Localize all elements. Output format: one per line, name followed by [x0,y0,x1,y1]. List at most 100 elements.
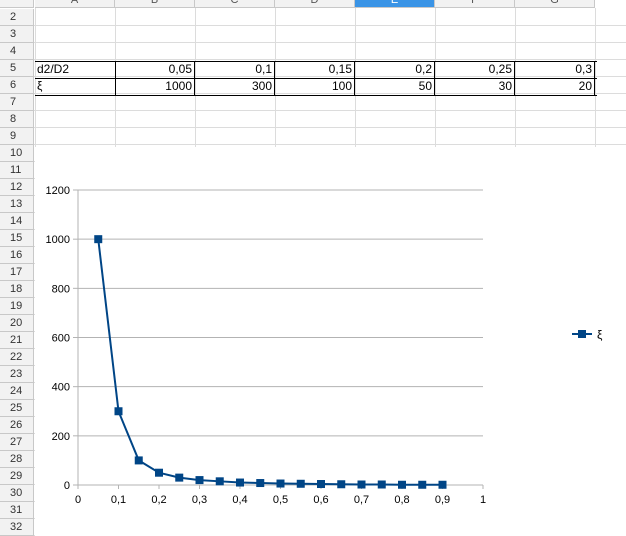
table-border-bottom [35,95,597,96]
data-point [175,473,184,482]
row-header-30[interactable]: 30 [0,485,34,502]
row-header-10[interactable]: 10 [0,145,34,162]
row-header-32[interactable]: 32 [0,519,34,536]
row-header-26[interactable]: 26 [0,417,34,434]
data-point [317,480,325,489]
column-header-d[interactable]: D [275,0,355,8]
row-header-3[interactable]: 3 [0,26,34,43]
cell-d5[interactable]: 0,15 [275,61,355,78]
row-header-15[interactable]: 15 [0,230,34,247]
row-header-24[interactable]: 24 [0,383,34,400]
column-header-a[interactable]: A [35,0,115,8]
row-header-9[interactable]: 9 [0,128,34,145]
row-header-27[interactable]: 27 [0,434,34,451]
row-header-21[interactable]: 21 [0,332,34,349]
legend-label: ξ [597,328,603,342]
legend-marker [578,330,586,338]
row-header-11[interactable]: 11 [0,162,34,179]
column-header-e[interactable]: E [355,0,435,8]
cell-d6[interactable]: 100 [275,78,355,95]
cell-b6[interactable]: 1000 [115,78,195,95]
y-tick-label: 600 [52,333,70,345]
row-header-19[interactable]: 19 [0,298,34,315]
y-tick-label: 400 [52,382,70,394]
row-header-23[interactable]: 23 [0,366,34,383]
y-tick-label: 800 [52,283,70,295]
cell-a5[interactable]: d2/D2 [35,61,115,78]
line-chart-svg: 0 200 400 600 800 1000 1200 0 0,1 0,2 0,3 0,4 0,5 0,6… [46,185,603,506]
row-header-14[interactable]: 14 [0,213,34,230]
column-header-g[interactable]: G [515,0,595,8]
cell-e6[interactable]: 50 [355,78,435,95]
row-header-4[interactable]: 4 [0,43,34,60]
column-header-f[interactable]: F [435,0,515,8]
row-header-31[interactable]: 31 [0,502,34,519]
x-tick-label: 0,3 [192,494,207,506]
x-tick-label: 0,5 [273,494,288,506]
cell-c5[interactable]: 0,1 [195,61,275,78]
data-point [276,479,285,488]
cell-c6[interactable]: 300 [195,78,275,95]
row-header-5[interactable]: 5 [0,60,34,77]
row-gridline [34,110,626,111]
column-header-c[interactable]: C [195,0,275,8]
data-point [195,476,204,485]
data-point [94,235,103,244]
data-point [114,407,123,416]
y-tick-label: 1200 [46,185,70,197]
row-header-25[interactable]: 25 [0,400,34,417]
cell-f6[interactable]: 30 [435,78,515,95]
cell-b5[interactable]: 0,05 [115,61,195,78]
data-point [155,468,163,477]
cell-f5[interactable]: 0,25 [435,61,515,78]
data-point [296,479,305,488]
row-gridline [34,42,626,43]
cell-a6[interactable]: ξ [35,78,115,95]
select-all-corner[interactable] [0,0,34,8]
row-header-13[interactable]: 13 [0,196,34,213]
x-tick-label: 1 [480,494,486,506]
row-header-8[interactable]: 8 [0,111,34,128]
row-gridline [34,127,626,128]
row-header-16[interactable]: 16 [0,247,34,264]
x-tick-label: 0,6 [313,494,328,506]
data-point [398,480,406,489]
data-point [256,479,265,488]
data-point [337,480,346,489]
row-header-2[interactable]: 2 [0,9,34,26]
data-point [134,456,143,465]
row-header-22[interactable]: 22 [0,349,34,366]
row-gridline [34,144,626,145]
column-header-b[interactable]: B [115,0,195,8]
cell-e5[interactable]: 0,2 [355,61,435,78]
y-tick-label: 0 [64,480,70,492]
cell-g6[interactable]: 20 [515,78,595,95]
x-tick-label: 0,2 [151,494,166,506]
x-tick-label: 0,7 [354,494,369,506]
row-header-18[interactable]: 18 [0,281,34,298]
row-header-29[interactable]: 29 [0,468,34,485]
row-gridline [34,25,626,26]
row-header-20[interactable]: 20 [0,315,34,332]
table-border-middle [35,78,597,79]
row-header-28[interactable]: 28 [0,451,34,468]
data-point [438,480,447,489]
table-border-a-right [115,61,116,96]
y-tick-label: 1000 [46,234,70,246]
y-tick-label: 200 [52,431,70,443]
row-header-12[interactable]: 12 [0,179,34,196]
x-tick-label: 0,8 [394,494,409,506]
data-point [418,480,427,489]
cell-g5[interactable]: 0,3 [515,61,595,78]
chart[interactable]: 0 200 400 600 800 1000 1200 0 0,1 0,2 0,3 0,4 0,5 0,6… [35,147,626,536]
table-border-top [35,61,597,62]
row-header-6[interactable]: 6 [0,77,34,94]
row-header-17[interactable]: 17 [0,264,34,281]
row-header-7[interactable]: 7 [0,94,34,111]
x-tick-label: 0 [75,494,81,506]
x-tick-label: 0,1 [111,494,126,506]
data-point [377,480,386,489]
x-tick-label: 0,9 [435,494,450,506]
x-tick-label: 0,4 [232,494,247,506]
spreadsheet-grid[interactable]: ABCDEFG 2 3 4 5 6 7 8 9 10 11 12 13 14 15 16 17 18 19 20 21… [0,0,626,536]
